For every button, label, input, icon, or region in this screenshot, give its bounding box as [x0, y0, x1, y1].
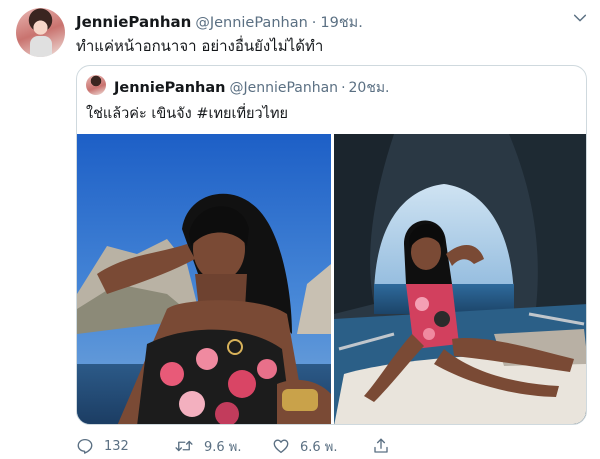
quoted-media-grid [77, 134, 586, 424]
share-button[interactable] [372, 436, 390, 456]
author-avatar[interactable] [16, 8, 65, 57]
quoted-tweet-header: JenniePanhan @JenniePanhan · 20ชม. [114, 77, 390, 99]
tweet-actions: 132 9.6 พ. 6.6 พ. [76, 436, 596, 456]
photo-left-illustration [77, 134, 331, 424]
retweet-count: 9.6 พ. [204, 439, 242, 455]
separator-dot: · [311, 15, 317, 31]
quoted-tweet[interactable]: JenniePanhan @JenniePanhan · 20ชม. ใช่แล… [76, 65, 587, 425]
quoted-tweet-text: ใช่แล้วค่ะ เขินจัง #เทยเที่ยวไทย [86, 106, 289, 122]
quoted-author-handle: @JenniePanhan [229, 80, 339, 96]
author-handle[interactable]: @JenniePanhan [195, 15, 307, 31]
quoted-author-name: JenniePanhan [114, 80, 226, 96]
like-button[interactable]: 6.6 พ. [272, 436, 338, 456]
quoted-photo-left[interactable] [77, 134, 331, 424]
quoted-tweet-timestamp: 20ชม. [348, 80, 390, 96]
more-menu-button[interactable] [570, 8, 590, 28]
tweet-text: ทำแค่หน้าอกนาจา อย่างอื่นยังไม่ได้ทำ [76, 37, 324, 55]
retweet-button[interactable]: 9.6 พ. [174, 436, 242, 456]
heart-icon [273, 439, 289, 454]
quoted-separator-dot: · [341, 80, 346, 96]
tweet-timestamp[interactable]: 19ชม. [320, 11, 362, 34]
reply-button[interactable]: 132 [76, 436, 129, 456]
quoted-author-avatar [86, 75, 106, 95]
tweet-header: JenniePanhan @JenniePanhan · 19ชม. [76, 11, 363, 31]
reply-count: 132 [104, 438, 129, 454]
author-name[interactable]: JenniePanhan [76, 13, 191, 31]
chevron-down-icon [573, 14, 587, 22]
share-icon [374, 438, 388, 453]
tweet[interactable]: JenniePanhan @JenniePanhan · 19ชม. ทำแค่… [0, 0, 600, 459]
photo-right-illustration [334, 134, 586, 424]
reply-icon [77, 438, 93, 454]
retweet-icon [175, 440, 193, 452]
quoted-photo-right[interactable] [334, 134, 586, 424]
like-count: 6.6 พ. [300, 439, 338, 455]
